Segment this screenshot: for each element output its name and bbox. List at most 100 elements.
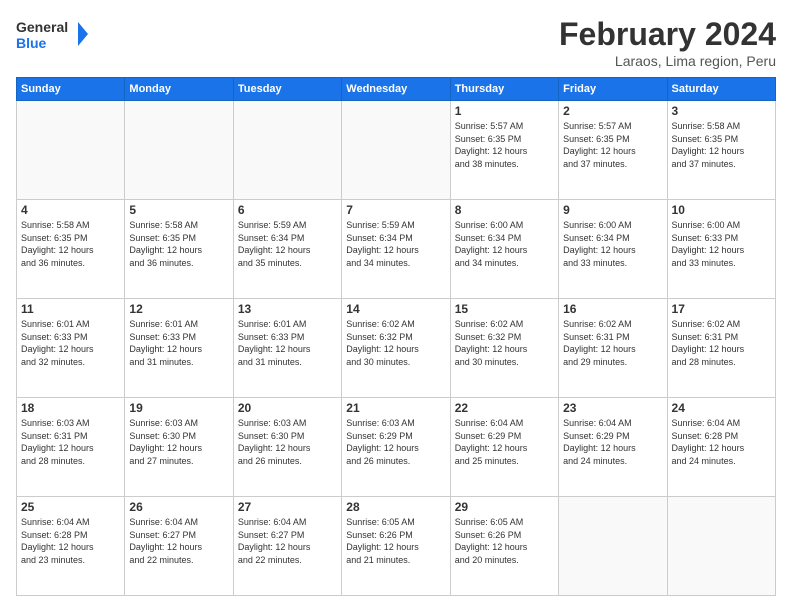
- calendar-cell: 26 Sunrise: 6:04 AM Sunset: 6:27 PM Dayli…: [125, 497, 233, 596]
- day-number: 2: [563, 104, 662, 118]
- day-info: Sunrise: 6:01 AM Sunset: 6:33 PM Dayligh…: [21, 318, 120, 368]
- day-number: 12: [129, 302, 228, 316]
- day-info: Sunrise: 6:04 AM Sunset: 6:28 PM Dayligh…: [21, 516, 120, 566]
- day-info: Sunrise: 5:58 AM Sunset: 6:35 PM Dayligh…: [129, 219, 228, 269]
- day-info: Sunrise: 6:03 AM Sunset: 6:29 PM Dayligh…: [346, 417, 445, 467]
- day-info: Sunrise: 6:00 AM Sunset: 6:33 PM Dayligh…: [672, 219, 771, 269]
- day-info: Sunrise: 6:05 AM Sunset: 6:26 PM Dayligh…: [455, 516, 554, 566]
- calendar-cell: 15 Sunrise: 6:02 AM Sunset: 6:32 PM Dayli…: [450, 299, 558, 398]
- page: GeneralBlue February 2024 Laraos, Lima r…: [0, 0, 792, 612]
- day-info: Sunrise: 5:57 AM Sunset: 6:35 PM Dayligh…: [563, 120, 662, 170]
- calendar-cell: 10Sunrise: 6:00 AM Sunset: 6:33 PM Dayli…: [667, 200, 775, 299]
- day-number: 7: [346, 203, 445, 217]
- calendar-week-3: 11 Sunrise: 6:01 AM Sunset: 6:33 PM Dayli…: [17, 299, 776, 398]
- calendar-cell: 5 Sunrise: 5:58 AM Sunset: 6:35 PM Daylig…: [125, 200, 233, 299]
- day-info: Sunrise: 6:00 AM Sunset: 6:34 PM Dayligh…: [563, 219, 662, 269]
- calendar-cell: 1Sunrise: 5:57 AM Sunset: 6:35 PM Daylig…: [450, 101, 558, 200]
- calendar-week-1: 1 Sunrise: 5:57 AM Sunset: 6:35 PM Daylig…: [17, 101, 776, 200]
- calendar-cell: 20Sunrise: 6:03 AM Sunset: 6:30 PM Dayli…: [233, 398, 341, 497]
- day-number: 29: [455, 500, 554, 514]
- calendar-week-5: 25 Sunrise: 6:04 AM Sunset: 6:28 PM Dayli…: [17, 497, 776, 596]
- calendar-cell: 22Sunrise: 6:04 AM Sunset: 6:29 PM Dayli…: [450, 398, 558, 497]
- logo-svg: GeneralBlue: [16, 16, 96, 52]
- day-number: 6: [238, 203, 337, 217]
- calendar-cell: 19 Sunrise: 6:03 AM Sunset: 6:30 PM Dayli…: [125, 398, 233, 497]
- day-number: 15: [455, 302, 554, 316]
- logo: GeneralBlue: [16, 16, 96, 52]
- day-number: 16: [563, 302, 662, 316]
- calendar-cell: [125, 101, 233, 200]
- day-info: Sunrise: 5:58 AM Sunset: 6:35 PM Dayligh…: [21, 219, 120, 269]
- day-info: Sunrise: 6:04 AM Sunset: 6:29 PM Dayligh…: [563, 417, 662, 467]
- calendar-header-sunday: Sunday: [17, 78, 125, 101]
- calendar-cell: 23Sunrise: 6:04 AM Sunset: 6:29 PM Dayli…: [559, 398, 667, 497]
- calendar-cell: 12 Sunrise: 6:01 AM Sunset: 6:33 PM Dayli…: [125, 299, 233, 398]
- day-number: 21: [346, 401, 445, 415]
- day-number: 25: [21, 500, 120, 514]
- calendar-cell: 9 Sunrise: 6:00 AM Sunset: 6:34 PM Daylig…: [559, 200, 667, 299]
- day-info: Sunrise: 6:02 AM Sunset: 6:31 PM Dayligh…: [563, 318, 662, 368]
- calendar-header-saturday: Saturday: [667, 78, 775, 101]
- svg-text:Blue: Blue: [16, 35, 47, 51]
- day-number: 11: [21, 302, 120, 316]
- calendar-cell: 29 Sunrise: 6:05 AM Sunset: 6:26 PM Dayli…: [450, 497, 558, 596]
- calendar-cell: 27Sunrise: 6:04 AM Sunset: 6:27 PM Dayli…: [233, 497, 341, 596]
- day-info: Sunrise: 6:02 AM Sunset: 6:32 PM Dayligh…: [455, 318, 554, 368]
- day-info: Sunrise: 5:59 AM Sunset: 6:34 PM Dayligh…: [238, 219, 337, 269]
- day-info: Sunrise: 6:03 AM Sunset: 6:31 PM Dayligh…: [21, 417, 120, 467]
- day-info: Sunrise: 6:02 AM Sunset: 6:31 PM Dayligh…: [672, 318, 771, 368]
- calendar-cell: 11 Sunrise: 6:01 AM Sunset: 6:33 PM Dayli…: [17, 299, 125, 398]
- calendar-cell: [233, 101, 341, 200]
- day-number: 24: [672, 401, 771, 415]
- calendar-cell: 28 Sunrise: 6:05 AM Sunset: 6:26 PM Dayli…: [342, 497, 450, 596]
- calendar-cell: 13 Sunrise: 6:01 AM Sunset: 6:33 PM Dayli…: [233, 299, 341, 398]
- day-info: Sunrise: 6:05 AM Sunset: 6:26 PM Dayligh…: [346, 516, 445, 566]
- calendar-cell: [559, 497, 667, 596]
- calendar-cell: 25 Sunrise: 6:04 AM Sunset: 6:28 PM Dayli…: [17, 497, 125, 596]
- day-info: Sunrise: 6:02 AM Sunset: 6:32 PM Dayligh…: [346, 318, 445, 368]
- day-info: Sunrise: 6:03 AM Sunset: 6:30 PM Dayligh…: [238, 417, 337, 467]
- calendar-header-thursday: Thursday: [450, 78, 558, 101]
- day-number: 3: [672, 104, 771, 118]
- calendar-cell: 21 Sunrise: 6:03 AM Sunset: 6:29 PM Dayli…: [342, 398, 450, 497]
- day-info: Sunrise: 6:00 AM Sunset: 6:34 PM Dayligh…: [455, 219, 554, 269]
- day-info: Sunrise: 6:04 AM Sunset: 6:29 PM Dayligh…: [455, 417, 554, 467]
- day-info: Sunrise: 5:58 AM Sunset: 6:35 PM Dayligh…: [672, 120, 771, 170]
- calendar-cell: 7 Sunrise: 5:59 AM Sunset: 6:34 PM Daylig…: [342, 200, 450, 299]
- day-number: 1: [455, 104, 554, 118]
- main-title: February 2024: [559, 16, 776, 53]
- day-info: Sunrise: 6:04 AM Sunset: 6:27 PM Dayligh…: [129, 516, 228, 566]
- title-block: February 2024 Laraos, Lima region, Peru: [559, 16, 776, 69]
- day-number: 19: [129, 401, 228, 415]
- day-info: Sunrise: 5:59 AM Sunset: 6:34 PM Dayligh…: [346, 219, 445, 269]
- calendar-cell: 8 Sunrise: 6:00 AM Sunset: 6:34 PM Daylig…: [450, 200, 558, 299]
- day-info: Sunrise: 6:03 AM Sunset: 6:30 PM Dayligh…: [129, 417, 228, 467]
- subtitle: Laraos, Lima region, Peru: [559, 53, 776, 69]
- day-number: 8: [455, 203, 554, 217]
- day-number: 26: [129, 500, 228, 514]
- day-info: Sunrise: 6:01 AM Sunset: 6:33 PM Dayligh…: [129, 318, 228, 368]
- calendar-cell: 16 Sunrise: 6:02 AM Sunset: 6:31 PM Dayli…: [559, 299, 667, 398]
- day-number: 4: [21, 203, 120, 217]
- calendar-cell: 24 Sunrise: 6:04 AM Sunset: 6:28 PM Dayli…: [667, 398, 775, 497]
- calendar-cell: 3 Sunrise: 5:58 AM Sunset: 6:35 PM Daylig…: [667, 101, 775, 200]
- day-number: 9: [563, 203, 662, 217]
- calendar-cell: 18 Sunrise: 6:03 AM Sunset: 6:31 PM Dayli…: [17, 398, 125, 497]
- day-info: Sunrise: 6:04 AM Sunset: 6:28 PM Dayligh…: [672, 417, 771, 467]
- day-number: 5: [129, 203, 228, 217]
- day-number: 28: [346, 500, 445, 514]
- calendar-header-tuesday: Tuesday: [233, 78, 341, 101]
- day-info: Sunrise: 6:01 AM Sunset: 6:33 PM Dayligh…: [238, 318, 337, 368]
- day-number: 18: [21, 401, 120, 415]
- calendar-cell: [342, 101, 450, 200]
- day-info: Sunrise: 6:04 AM Sunset: 6:27 PM Dayligh…: [238, 516, 337, 566]
- calendar-cell: 6 Sunrise: 5:59 AM Sunset: 6:34 PM Daylig…: [233, 200, 341, 299]
- calendar-week-4: 18 Sunrise: 6:03 AM Sunset: 6:31 PM Dayli…: [17, 398, 776, 497]
- calendar-header-row: SundayMondayTuesdayWednesdayThursdayFrid…: [17, 78, 776, 101]
- day-number: 13: [238, 302, 337, 316]
- header: GeneralBlue February 2024 Laraos, Lima r…: [16, 16, 776, 69]
- day-number: 14: [346, 302, 445, 316]
- calendar-cell: 17Sunrise: 6:02 AM Sunset: 6:31 PM Dayli…: [667, 299, 775, 398]
- calendar-week-2: 4 Sunrise: 5:58 AM Sunset: 6:35 PM Daylig…: [17, 200, 776, 299]
- calendar-header-monday: Monday: [125, 78, 233, 101]
